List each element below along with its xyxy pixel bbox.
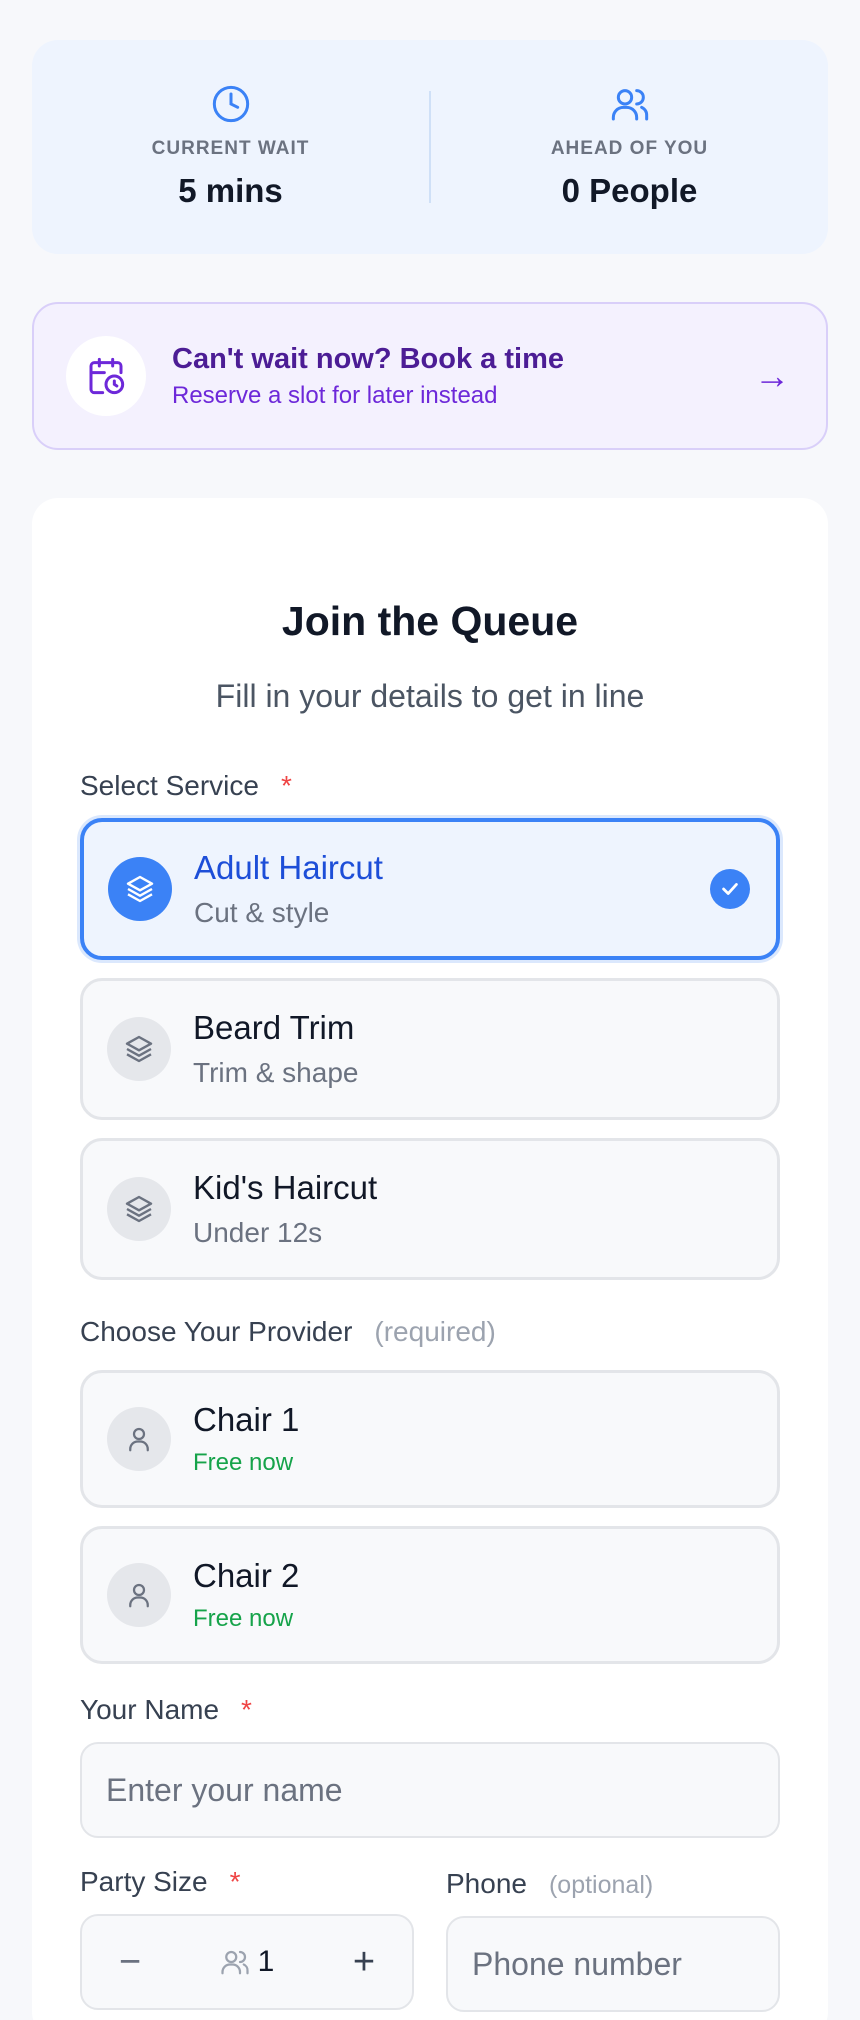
increment-button[interactable]: +	[340, 1941, 388, 1984]
calendar-clock-badge	[66, 336, 146, 416]
users-icon	[611, 89, 648, 121]
provider-option-chair-1[interactable]: Chair 1 Free now	[80, 1370, 780, 1508]
page-subtitle: Fill in your details to get in line	[215, 678, 645, 714]
service-description: Trim & shape	[193, 1057, 359, 1088]
provider-field-label: Choose Your Provider (required)	[80, 1316, 496, 1347]
service-name: Kid's Haircut	[193, 1169, 378, 1206]
required-asterisk: *	[241, 1694, 252, 1725]
provider-status: Free now	[193, 1605, 294, 1632]
clock-icon	[212, 85, 249, 123]
current-wait-stat: CURRENT WAIT 5 mins	[32, 84, 429, 210]
party-size-value: 1	[257, 1945, 275, 1978]
service-option-beard-trim[interactable]: Beard Trim Trim & shape	[80, 978, 780, 1120]
join-queue-card: Join the Queue Fill in your details to g…	[32, 498, 828, 2020]
book-a-time-banner[interactable]: Can't wait now? Book a time Reserve a sl…	[32, 302, 828, 450]
required-asterisk: *	[229, 1866, 241, 1897]
ahead-of-you-label: AHEAD OF YOU	[550, 138, 709, 159]
provider-avatar	[107, 1407, 171, 1471]
name-input[interactable]	[80, 1742, 780, 1838]
phone-optional-hint: (optional)	[548, 1871, 654, 1899]
layers-icon	[125, 1195, 153, 1223]
ahead-of-you-stat: AHEAD OF YOU 0 People	[431, 84, 828, 210]
service-option-kids-haircut[interactable]: Kid's Haircut Under 12s	[80, 1138, 780, 1280]
service-badge	[108, 857, 172, 921]
provider-name: Chair 2	[193, 1557, 300, 1594]
book-a-time-title: Can't wait now? Book a time	[172, 342, 564, 375]
service-description: Under 12s	[193, 1217, 323, 1248]
service-field-label: Select Service *	[80, 770, 292, 801]
phone-input[interactable]	[446, 1916, 780, 2012]
arrow-right-icon[interactable]: →	[754, 355, 794, 397]
book-a-time-subtitle: Reserve a slot for later instead	[172, 381, 498, 409]
current-wait-value: 5 mins	[178, 172, 283, 209]
provider-avatar	[107, 1563, 171, 1627]
service-badge	[107, 1177, 171, 1241]
party-size-field-label: Party Size *	[80, 1866, 241, 1897]
current-wait-label: CURRENT WAIT	[151, 138, 310, 159]
selected-check-icon	[710, 869, 750, 909]
provider-status: Free now	[193, 1449, 294, 1476]
ahead-of-you-value: 0 People	[561, 172, 698, 209]
layers-icon	[126, 875, 154, 903]
name-field-label: Your Name *	[80, 1694, 252, 1725]
provider-name: Chair 1	[193, 1401, 300, 1438]
party-size-stepper: − 1 +	[80, 1914, 414, 2010]
book-a-time-text: Can't wait now? Book a time Reserve a sl…	[172, 343, 754, 410]
users-icon	[221, 1950, 249, 1975]
provider-option-chair-2[interactable]: Chair 2 Free now	[80, 1526, 780, 1664]
decrement-button[interactable]: −	[106, 1941, 154, 1984]
service-badge	[107, 1017, 171, 1081]
page-title: Join the Queue	[281, 598, 579, 644]
user-icon	[129, 1583, 149, 1608]
calendar-clock-icon	[89, 357, 125, 395]
service-name: Adult Haircut	[194, 849, 383, 886]
service-name: Beard Trim	[193, 1009, 355, 1046]
service-description: Cut & style	[194, 897, 330, 928]
layers-icon	[125, 1035, 153, 1063]
queue-stats-card: CURRENT WAIT 5 mins AHEAD OF YOU 0 Peopl…	[32, 40, 828, 254]
service-option-adult-haircut[interactable]: Adult Haircut Cut & style	[80, 818, 780, 960]
user-icon	[129, 1427, 149, 1452]
phone-field-label: Phone (optional)	[446, 1868, 654, 1899]
provider-required-hint: (required)	[374, 1316, 496, 1347]
required-asterisk: *	[280, 770, 292, 801]
